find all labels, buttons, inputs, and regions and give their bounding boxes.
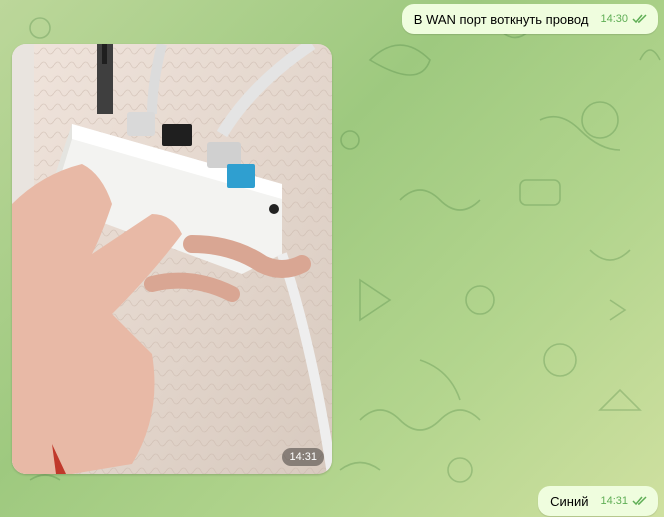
message-text: В WAN порт воткнуть провод [413,11,589,27]
message-meta: 14:31 [600,495,648,507]
photo-message[interactable]: 14:31 [12,44,332,474]
message-text: Синий [550,493,589,509]
chat-area: В WAN порт воткнуть провод 14:30 14:31 С… [0,0,664,517]
outgoing-message-bubble[interactable]: В WAN порт воткнуть провод 14:30 [401,4,658,34]
router-photo [12,44,332,474]
message-meta: 14:30 [600,13,648,25]
outgoing-message-bubble[interactable]: Синий 14:31 [538,486,658,516]
double-check-icon [632,496,647,506]
message-time: 14:31 [600,495,628,507]
message-time: 14:30 [600,13,628,25]
photo-time: 14:31 [282,448,324,466]
double-check-icon [632,14,647,24]
